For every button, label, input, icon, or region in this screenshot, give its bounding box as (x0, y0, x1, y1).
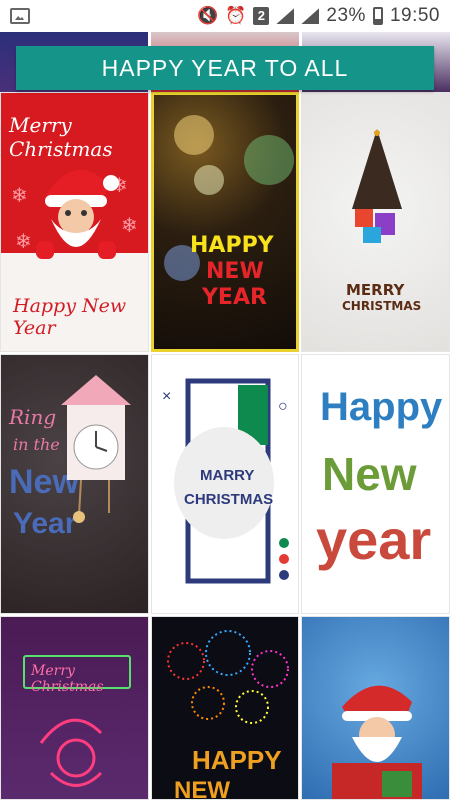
card-caption: NEW (206, 259, 264, 284)
banner-title: HAPPY YEAR TO ALL (101, 54, 349, 81)
card-caption: HAPPY (190, 233, 274, 258)
card-merry-christmas-tree[interactable]: MERRY CHRISTMAS (301, 92, 450, 352)
card-happy-new-year-fireworks[interactable]: HAPPY NEW YEAR (151, 616, 299, 800)
card-caption: HAPPY (192, 745, 282, 775)
card-caption: MERRY (346, 281, 405, 299)
neon-santa-illustration (39, 718, 103, 787)
snowflake-icon: ❄ (121, 215, 138, 237)
status-bar: 🔇 ⏰ 2 23% 19:50 (0, 0, 450, 32)
christmas-tree-illustration (352, 129, 402, 243)
santa-gifts-illustration (332, 685, 422, 799)
card-caption: Ring (9, 405, 57, 429)
card-caption: CHRISTMAS (184, 491, 274, 508)
card-caption: Happy (320, 385, 443, 429)
card-caption: Happy New Year (13, 295, 127, 339)
card-happy-new-year-bokeh[interactable]: HAPPY NEW YEAR (151, 92, 299, 352)
clock: 19:50 (389, 5, 440, 26)
cuckoo-clock-illustration (61, 375, 131, 523)
status-icons: 🔇 ⏰ 2 23% 19:50 (197, 5, 440, 27)
battery-percent: 23% (326, 5, 366, 26)
card-santa-snow[interactable] (301, 616, 450, 800)
svg-text:×: × (162, 388, 171, 405)
gallery-notification-icon (10, 8, 30, 24)
card-caption: year (316, 508, 432, 571)
signal-icon (276, 8, 295, 24)
title-banner: HAPPY YEAR TO ALL (16, 46, 434, 90)
marry-christmas-frame: × ○ (162, 378, 289, 584)
alarm-icon: ⏰ (225, 6, 247, 25)
card-caption: Merry Christmas (31, 663, 104, 695)
card-caption: YEAR (202, 285, 267, 310)
snowflake-icon: ❄ (15, 231, 32, 253)
card-marry-christmas[interactable]: × ○ MARRY CHRISTMAS (151, 354, 299, 614)
card-caption: Merry Christmas (9, 113, 113, 161)
signal-2-icon (301, 8, 320, 24)
card-caption: MARRY (200, 467, 255, 484)
bokeh-light (244, 135, 294, 185)
card-caption: NEW YEAR (174, 777, 230, 800)
card-caption: CHRISTMAS (342, 299, 422, 313)
card-ring-in-new-year[interactable]: Ring in the New Year (0, 354, 149, 614)
battery-icon (372, 7, 383, 25)
card-happy-new-year-letters[interactable]: Happy New year (301, 354, 450, 614)
santa-illustration (36, 169, 119, 259)
card-grid: ❄ ❄ ❄ ❄ Merry Christmas Happy New Year H… (0, 32, 450, 800)
sim-badge: 2 (253, 7, 270, 25)
bokeh-light (194, 165, 224, 195)
svg-text:○: ○ (278, 398, 288, 415)
card-merry-christmas-neon[interactable]: Merry Christmas (0, 616, 149, 800)
card-merry-christmas-santa[interactable]: ❄ ❄ ❄ ❄ Merry Christmas Happy New Year (0, 92, 149, 352)
snowflake-icon: ❄ (11, 185, 28, 207)
mute-icon: 🔇 (197, 6, 219, 25)
card-caption: New (322, 448, 417, 500)
card-caption: in the (13, 435, 60, 454)
bokeh-light (174, 115, 214, 155)
